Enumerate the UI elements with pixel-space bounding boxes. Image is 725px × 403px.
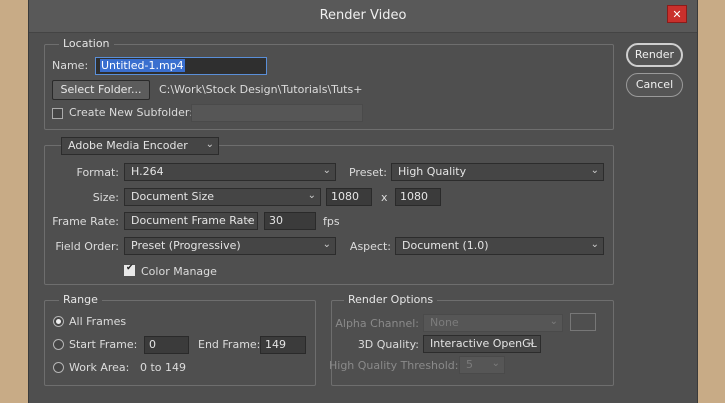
- work-area-radio[interactable]: [53, 362, 64, 373]
- aspect-label: Aspect:: [349, 240, 391, 253]
- threshold-value: 5: [466, 358, 473, 371]
- fps-input[interactable]: 30: [264, 212, 316, 230]
- range-group-title: Range: [59, 293, 102, 306]
- size-value: Document Size: [131, 190, 215, 203]
- field-order-label: Field Order:: [55, 240, 119, 253]
- encoder-value: Adobe Media Encoder: [68, 139, 188, 152]
- format-label: Format:: [76, 166, 119, 179]
- chevron-down-icon: ⌄: [244, 214, 253, 225]
- size-select[interactable]: Document Size ⌄: [124, 188, 321, 206]
- format-value: H.264: [131, 165, 164, 178]
- alpha-channel-select[interactable]: None ⌄: [423, 314, 563, 332]
- chevron-down-icon: ⌄: [205, 139, 214, 150]
- location-group-title: Location: [59, 37, 114, 50]
- title-bar[interactable]: Render Video ✕: [29, 0, 697, 33]
- name-input[interactable]: Untitled-1.mp4: [95, 57, 267, 75]
- name-label: Name:: [52, 59, 89, 72]
- field-order-value: Preset (Progressive): [131, 239, 241, 252]
- quality-3d-select[interactable]: Interactive OpenGL ⌄: [423, 335, 541, 353]
- aspect-select[interactable]: Document (1.0) ⌄: [395, 237, 604, 255]
- render-button[interactable]: Render: [626, 43, 683, 67]
- work-area-value: 0 to 149: [140, 361, 187, 374]
- close-icon[interactable]: ✕: [667, 5, 687, 23]
- quality-3d-label: 3D Quality:: [357, 338, 419, 351]
- all-frames-label: All Frames: [69, 315, 127, 328]
- start-frame-radio[interactable]: [53, 339, 64, 350]
- threshold-select[interactable]: 5 ⌄: [459, 356, 505, 374]
- cancel-button[interactable]: Cancel: [626, 73, 683, 97]
- frame-rate-label: Frame Rate:: [52, 215, 119, 228]
- folder-path: C:\Work\Stock Design\Tutorials\Tuts+: [159, 83, 363, 96]
- aspect-value: Document (1.0): [402, 239, 489, 252]
- threshold-label: High Quality Threshold:: [329, 359, 459, 372]
- render-options-group-title: Render Options: [344, 293, 438, 306]
- height-input[interactable]: 1080: [395, 188, 441, 206]
- times-label: x: [381, 191, 388, 204]
- select-folder-button[interactable]: Select Folder...: [52, 80, 150, 100]
- alpha-channel-value: None: [430, 316, 459, 329]
- all-frames-radio[interactable]: [53, 316, 64, 327]
- chevron-down-icon: ⌄: [590, 239, 599, 250]
- dialog-title: Render Video: [319, 8, 407, 23]
- create-subfolder-label: Create New Subfolder:: [69, 106, 193, 119]
- end-frame-input[interactable]: 149: [260, 336, 306, 354]
- chevron-down-icon: ⌄: [322, 165, 331, 176]
- alpha-color-swatch[interactable]: [570, 313, 596, 331]
- field-order-select[interactable]: Preset (Progressive) ⌄: [124, 237, 336, 255]
- create-subfolder-checkbox[interactable]: [52, 108, 63, 119]
- fps-unit: fps: [323, 215, 340, 228]
- format-select[interactable]: H.264 ⌄: [124, 163, 336, 181]
- preset-label: Preset:: [348, 166, 387, 179]
- color-manage-checkbox[interactable]: [124, 263, 135, 276]
- work-area-label: Work Area:: [69, 361, 130, 374]
- chevron-down-icon: ⌄: [590, 165, 599, 176]
- preset-value: High Quality: [398, 165, 467, 178]
- frame-rate-select[interactable]: Document Frame Rate ⌄: [124, 212, 258, 230]
- render-video-dialog: Render Video ✕ Location Name: Untitled-1…: [28, 0, 698, 403]
- chevron-down-icon: ⌄: [307, 190, 316, 201]
- name-value: Untitled-1.mp4: [100, 59, 185, 72]
- encoder-select[interactable]: Adobe Media Encoder ⌄: [61, 137, 219, 155]
- end-frame-label: End Frame:: [198, 338, 261, 351]
- start-frame-input[interactable]: 0: [144, 336, 189, 354]
- width-input[interactable]: 1080: [326, 188, 372, 206]
- alpha-channel-label: Alpha Channel:: [335, 317, 419, 330]
- subfolder-input[interactable]: [191, 104, 363, 122]
- chevron-down-icon: ⌄: [322, 239, 331, 250]
- frame-rate-value: Document Frame Rate: [131, 214, 255, 227]
- start-frame-label: Start Frame:: [69, 338, 138, 351]
- preset-select[interactable]: High Quality ⌄: [391, 163, 604, 181]
- chevron-down-icon: ⌄: [549, 316, 558, 327]
- chevron-down-icon: ⌄: [491, 358, 500, 369]
- size-label: Size:: [92, 191, 119, 204]
- quality-3d-value: Interactive OpenGL: [430, 337, 537, 350]
- color-manage-label: Color Manage: [141, 265, 217, 278]
- chevron-down-icon: ⌄: [527, 337, 536, 348]
